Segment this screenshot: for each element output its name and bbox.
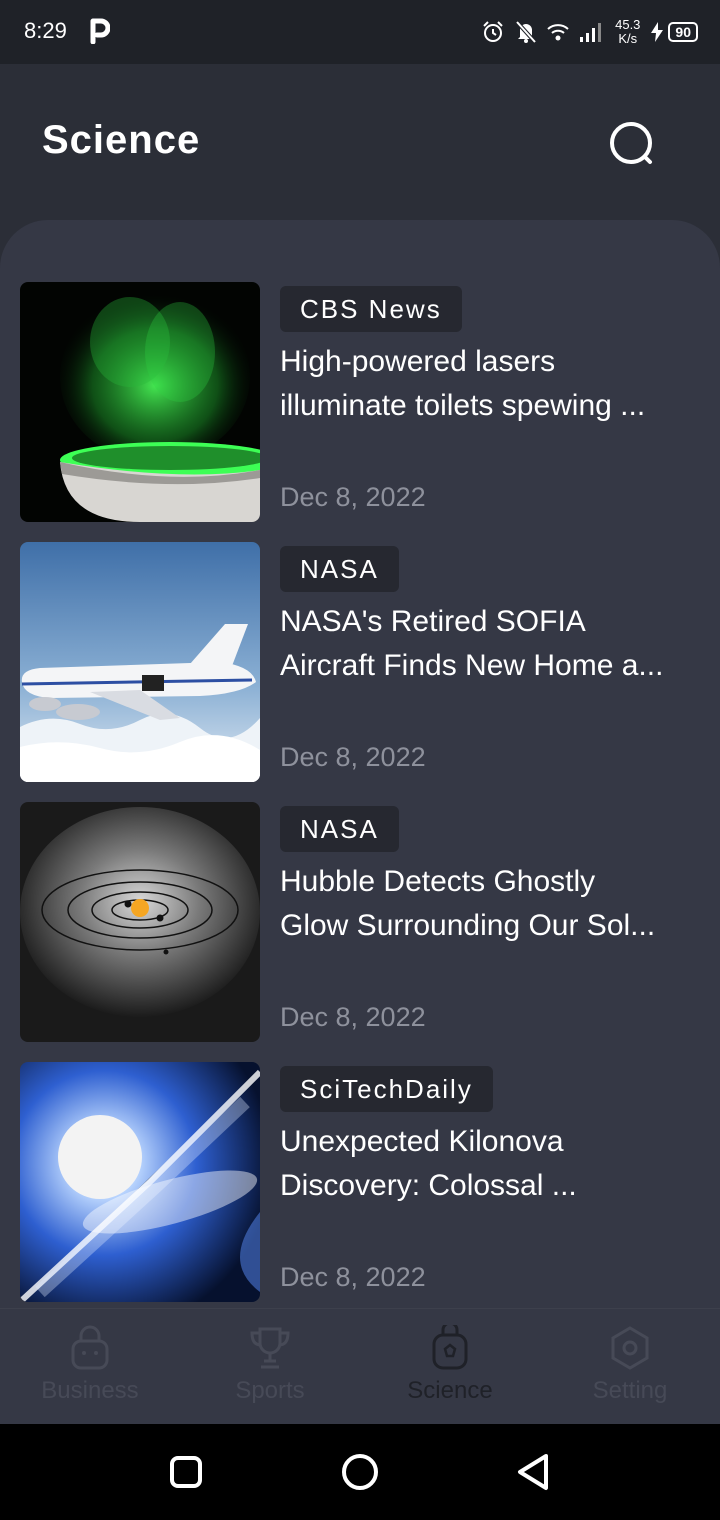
app-header: Science xyxy=(0,64,720,220)
news-thumbnail xyxy=(20,1062,260,1302)
news-list[interactable]: CBS News High-powered lasers illuminate … xyxy=(0,220,720,1308)
news-thumbnail xyxy=(20,802,260,1042)
nav-label-sports: Sports xyxy=(235,1377,305,1404)
network-speed-value: 45.3 xyxy=(615,17,641,32)
news-card[interactable]: SciTechDaily Unexpected Kilonova Discove… xyxy=(20,1062,710,1302)
bottom-navigation: Business Sports Science Setting xyxy=(0,1308,720,1425)
news-headline[interactable]: Unexpected Kilonova Discovery: Colossal … xyxy=(280,1120,700,1208)
nav-label-business: Business xyxy=(41,1377,139,1404)
news-date: Dec 8, 2022 xyxy=(280,1002,426,1032)
nav-tab-science[interactable]: Science xyxy=(360,1325,540,1417)
page-title: Science xyxy=(42,118,201,162)
gear-hexagon-icon xyxy=(611,1326,649,1370)
bell-muted-icon xyxy=(515,20,537,44)
shopping-bag-icon xyxy=(71,1325,109,1370)
news-headline[interactable]: NASA's Retired SOFIA Aircraft Finds New … xyxy=(280,600,700,688)
charging-icon xyxy=(651,22,664,42)
news-headline-line: illuminate toilets spewing ... xyxy=(280,389,646,422)
network-speed: 45.3 K/s xyxy=(615,18,640,46)
news-source-tag: NASA xyxy=(280,806,399,852)
news-headline-line: Aircraft Finds New Home a... xyxy=(280,649,664,682)
nav-tab-setting[interactable]: Setting xyxy=(540,1325,720,1417)
trophy-icon xyxy=(250,1327,290,1369)
status-time: 8:29 xyxy=(24,18,67,43)
news-date: Dec 8, 2022 xyxy=(280,482,426,512)
news-date: Dec 8, 2022 xyxy=(280,742,426,772)
battery-level: 90 xyxy=(668,22,698,42)
news-headline-line: High-powered lasers xyxy=(280,345,556,378)
news-headline-line: Discovery: Colossal ... xyxy=(280,1169,577,1202)
news-headline-line: Glow Surrounding Our Sol... xyxy=(280,909,656,942)
nav-label-science: Science xyxy=(407,1377,493,1404)
signal-icon xyxy=(580,23,602,42)
news-headline[interactable]: Hubble Detects Ghostly Glow Surrounding … xyxy=(280,860,700,948)
home-icon[interactable] xyxy=(336,1448,384,1496)
nav-tab-sports[interactable]: Sports xyxy=(180,1325,360,1417)
wifi-icon xyxy=(547,24,569,41)
news-source-tag: NASA xyxy=(280,546,399,592)
news-card[interactable]: NASA NASA's Retired SOFIA Aircraft Finds… xyxy=(20,542,710,782)
news-card[interactable]: CBS News High-powered lasers illuminate … xyxy=(20,282,710,522)
news-source-tag: CBS News xyxy=(280,286,462,332)
flask-icon xyxy=(432,1325,468,1370)
search-icon xyxy=(610,122,652,164)
system-navigation-bar xyxy=(0,1424,720,1520)
search-button[interactable] xyxy=(604,118,660,174)
status-icons: 45.3 K/s 90 xyxy=(481,14,698,50)
news-source-tag: SciTechDaily xyxy=(280,1066,493,1112)
news-headline-line: Unexpected Kilonova xyxy=(280,1125,564,1158)
nav-tab-business[interactable]: Business xyxy=(0,1325,180,1417)
back-icon[interactable] xyxy=(510,1448,558,1496)
news-thumbnail xyxy=(20,542,260,782)
news-headline-line: NASA's Retired SOFIA xyxy=(280,605,586,638)
recent-apps-icon[interactable] xyxy=(162,1448,210,1496)
news-thumbnail xyxy=(20,282,260,522)
news-headline[interactable]: High-powered lasers illuminate toilets s… xyxy=(280,340,700,428)
status-bar: 8:29 45.3 K/s 90 xyxy=(0,0,720,64)
news-card[interactable]: NASA Hubble Detects Ghostly Glow Surroun… xyxy=(20,802,710,1042)
news-date: Dec 8, 2022 xyxy=(280,1262,426,1292)
network-speed-unit: K/s xyxy=(618,31,638,46)
battery: 90 xyxy=(650,22,698,42)
nav-label-setting: Setting xyxy=(592,1377,668,1404)
news-headline-line: Hubble Detects Ghostly xyxy=(280,865,596,898)
parking-app-icon xyxy=(90,18,110,44)
alarm-icon xyxy=(483,21,503,42)
